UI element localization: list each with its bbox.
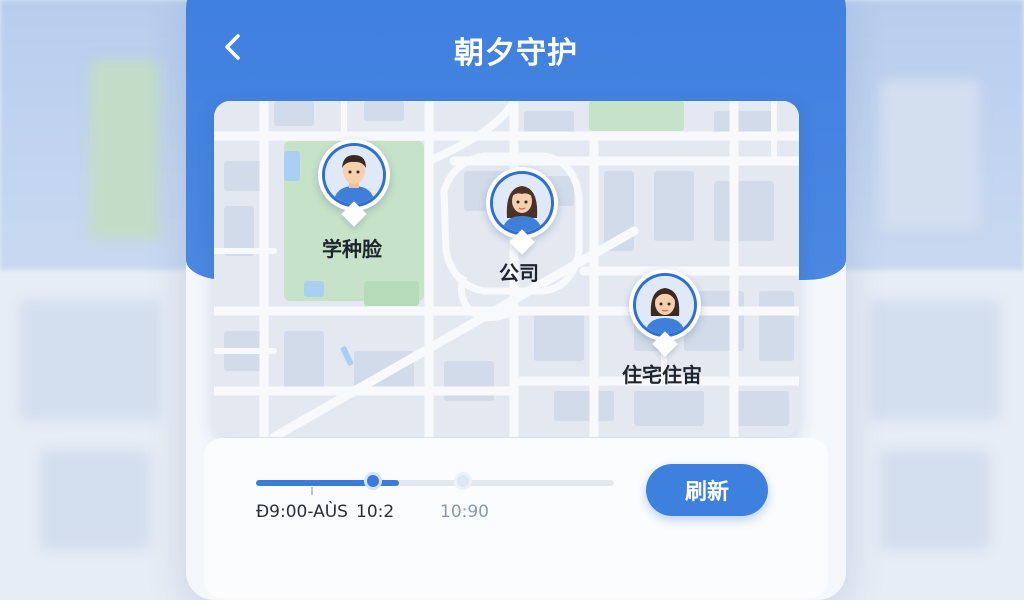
map-pin-company[interactable] <box>484 167 564 257</box>
girl-avatar <box>493 174 551 232</box>
woman-avatar <box>636 276 694 334</box>
page-title: 朝夕守护 <box>454 36 578 71</box>
refresh-button[interactable]: 刷新 <box>646 464 768 516</box>
map-pin-school[interactable] <box>316 139 396 229</box>
boy-avatar <box>325 146 383 204</box>
pin-label-school: 学种脸 <box>322 237 382 261</box>
map-pin-home[interactable] <box>627 269 707 359</box>
timeline-end-handle[interactable] <box>454 472 472 490</box>
timeline-end-label: 10:90 <box>440 502 489 522</box>
pin-label-home: 住宅住宙 <box>622 363 702 387</box>
timeline-tick <box>311 487 313 495</box>
app-window: 朝夕守护 学种脸 公司 住宅住宙 Ð9:00-AÙS 10:2 10:90 刷新 <box>186 0 846 600</box>
timeline-handle[interactable] <box>364 472 382 490</box>
map-view[interactable]: 学种脸 公司 住宅住宙 <box>214 101 799 437</box>
timeline-start-label: Ð9:00-AÙS <box>256 502 348 522</box>
timeline-current-label: 10:2 <box>356 502 395 522</box>
pin-label-company: 公司 <box>499 261 539 285</box>
timeline-panel: Ð9:00-AÙS 10:2 10:90 刷新 <box>204 438 828 598</box>
timeline-slider[interactable] <box>256 480 614 486</box>
